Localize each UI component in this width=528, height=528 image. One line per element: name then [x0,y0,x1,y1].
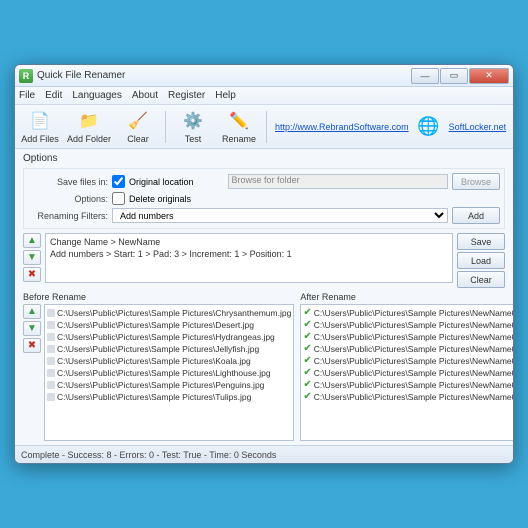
list-item[interactable]: ✔C:\Users\Public\Pictures\Sample Picture… [303,319,513,331]
toolbar-separator-2 [266,111,267,143]
content-area: Options Save files in: Original location… [15,149,513,445]
bullet-icon [47,357,55,365]
before-down-button[interactable]: ▼ [23,321,41,336]
check-icon: ✔ [303,343,311,355]
menu-file[interactable]: File [19,90,35,101]
filter-area: ▲ ▼ ✖ Change Name > NewName Add numbers … [23,233,505,288]
after-title: After Rename [300,292,513,302]
list-item[interactable]: C:\Users\Public\Pictures\Sample Pictures… [47,391,291,403]
options-panel: Save files in: Original location Browse … [23,168,505,229]
app-icon: R [19,69,33,83]
load-filters-button[interactable]: Load [457,252,505,269]
list-item[interactable]: C:\Users\Public\Pictures\Sample Pictures… [47,355,291,367]
delete-originals-label: Delete originals [129,194,191,204]
menu-about[interactable]: About [132,90,158,101]
bullet-icon [47,381,55,389]
menubar: File Edit Languages About Register Help [15,87,513,105]
check-icon: ✔ [303,367,311,379]
list-item[interactable]: ✔C:\Users\Public\Pictures\Sample Picture… [303,379,513,391]
toolbar-separator [165,111,166,143]
titlebar[interactable]: R Quick File Renamer — ▭ ✕ [15,65,513,87]
original-location-label: Original location [129,177,194,187]
clear-button[interactable]: 🧹 Clear [119,109,157,144]
list-item[interactable]: C:\Users\Public\Pictures\Sample Pictures… [47,331,291,343]
list-item[interactable]: C:\Users\Public\Pictures\Sample Pictures… [47,379,291,391]
menu-help[interactable]: Help [215,90,236,101]
before-list[interactable]: C:\Users\Public\Pictures\Sample Pictures… [44,304,294,441]
rename-icon: ✏️ [227,109,251,133]
test-button[interactable]: ⚙️ Test [174,109,212,144]
toolbar: 📄 Add Files 📁 Add Folder 🧹 Clear ⚙️ Test… [15,105,513,149]
window-title: Quick File Renamer [37,70,410,81]
filters-label: Renaming Filters: [28,211,108,221]
before-pane: Before Rename ▲ ▼ ✖ C:\Users\Public\Pict… [23,292,294,441]
bullet-icon [47,333,55,341]
menu-register[interactable]: Register [168,90,205,101]
globe-icon: 🌐 [417,115,441,139]
close-button[interactable]: ✕ [469,68,509,84]
menu-languages[interactable]: Languages [72,90,122,101]
menu-edit[interactable]: Edit [45,90,62,101]
before-delete-button[interactable]: ✖ [23,338,41,353]
rename-panes: Before Rename ▲ ▼ ✖ C:\Users\Public\Pict… [23,292,505,441]
list-item[interactable]: C:\Users\Public\Pictures\Sample Pictures… [47,319,291,331]
browse-button[interactable]: Browse [452,173,500,190]
original-location-checkbox[interactable] [112,175,125,188]
list-item[interactable]: ✔C:\Users\Public\Pictures\Sample Picture… [303,307,513,319]
link-softlocker[interactable]: SoftLocker.net [449,122,507,132]
before-up-button[interactable]: ▲ [23,304,41,319]
bullet-icon [47,321,55,329]
add-folder-button[interactable]: 📁 Add Folder [67,109,111,144]
add-folder-icon: 📁 [77,109,101,133]
clear-icon: 🧹 [126,109,150,133]
add-files-icon: 📄 [28,109,52,133]
after-list[interactable]: ✔C:\Users\Public\Pictures\Sample Picture… [300,304,513,441]
status-bar: Complete - Success: 8 - Errors: 0 - Test… [15,445,513,463]
before-title: Before Rename [23,292,294,302]
after-pane: After Rename ✔C:\Users\Public\Pictures\S… [300,292,513,441]
list-item[interactable]: ✔C:\Users\Public\Pictures\Sample Picture… [303,367,513,379]
filter-delete-button[interactable]: ✖ [23,267,41,282]
check-icon: ✔ [303,307,311,319]
filter-up-button[interactable]: ▲ [23,233,41,248]
minimize-button[interactable]: — [411,68,439,84]
list-item[interactable]: ✔C:\Users\Public\Pictures\Sample Picture… [303,355,513,367]
add-files-button[interactable]: 📄 Add Files [21,109,59,144]
filter-down-button[interactable]: ▼ [23,250,41,265]
app-window: R Quick File Renamer — ▭ ✕ File Edit Lan… [14,64,514,464]
bullet-icon [47,369,55,377]
save-in-label: Save files in: [28,177,108,187]
filter-list[interactable]: Change Name > NewName Add numbers > Star… [45,233,453,283]
filter-item[interactable]: Change Name > NewName [50,236,448,248]
status-text: Complete - Success: 8 - Errors: 0 - Test… [21,450,276,460]
clear-filters-button[interactable]: Clear [457,271,505,288]
list-item[interactable]: ✔C:\Users\Public\Pictures\Sample Picture… [303,343,513,355]
delete-originals-checkbox[interactable] [112,192,125,205]
list-item[interactable]: ✔C:\Users\Public\Pictures\Sample Picture… [303,331,513,343]
check-icon: ✔ [303,331,311,343]
options-title: Options [23,153,505,164]
save-filters-button[interactable]: Save [457,233,505,250]
list-item[interactable]: ✔C:\Users\Public\Pictures\Sample Picture… [303,391,513,403]
check-icon: ✔ [303,355,311,367]
bullet-icon [47,309,55,317]
filter-select[interactable]: Add numbers [112,208,448,223]
list-item[interactable]: C:\Users\Public\Pictures\Sample Pictures… [47,343,291,355]
list-item[interactable]: C:\Users\Public\Pictures\Sample Pictures… [47,307,291,319]
check-icon: ✔ [303,319,311,331]
browse-folder-field: Browse for folder [228,174,448,189]
list-item[interactable]: C:\Users\Public\Pictures\Sample Pictures… [47,367,291,379]
check-icon: ✔ [303,391,311,403]
bullet-icon [47,345,55,353]
bullet-icon [47,393,55,401]
options-label: Options: [28,194,108,204]
rename-button[interactable]: ✏️ Rename [220,109,258,144]
maximize-button[interactable]: ▭ [440,68,468,84]
add-filter-button[interactable]: Add [452,207,500,224]
link-rebrand[interactable]: http://www.RebrandSoftware.com [275,122,409,132]
filter-item[interactable]: Add numbers > Start: 1 > Pad: 3 > Increm… [50,248,448,260]
test-icon: ⚙️ [181,109,205,133]
check-icon: ✔ [303,379,311,391]
